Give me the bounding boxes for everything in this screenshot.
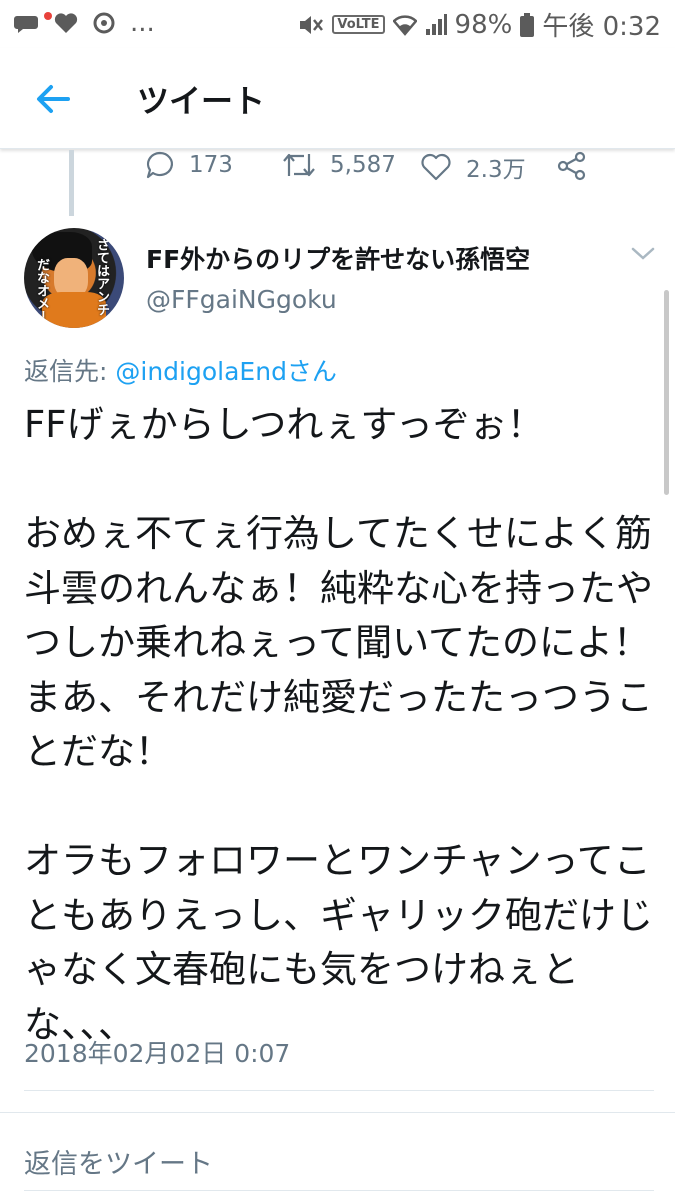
- chevron-down-icon[interactable]: [630, 245, 656, 263]
- divider: [24, 1090, 654, 1091]
- page-title: ツイート: [137, 82, 266, 120]
- status-bar-system: VoLTE 98% 午後 0:32: [298, 6, 661, 43]
- reply-target-link[interactable]: @indigolaEndさん: [115, 357, 337, 386]
- avatar[interactable]: さてはアンチ だなオメー: [24, 228, 124, 328]
- parent-tweet-actions: 173 5,587 2.3万: [0, 148, 675, 188]
- reply-action[interactable]: 173: [145, 150, 233, 180]
- status-bar-notifications: ...: [14, 8, 155, 38]
- user-handle[interactable]: @FFgaiNGgoku: [146, 285, 337, 314]
- divider: [24, 1190, 654, 1191]
- retweet-action[interactable]: 5,587: [282, 150, 396, 180]
- chat-bubble-icon: [14, 16, 38, 33]
- like-action[interactable]: 2.3万: [420, 150, 526, 184]
- display-name[interactable]: FF外からのリプを許せない孫悟空: [146, 240, 530, 276]
- like-count: 2.3万: [466, 157, 526, 183]
- scrollbar[interactable]: [664, 290, 669, 495]
- signal-icon: [425, 13, 447, 35]
- tweet-timestamp: 2018年02月02日 0:07: [24, 1039, 291, 1068]
- sync-icon: [93, 12, 115, 34]
- heart-outline-icon: [421, 153, 451, 181]
- mute-icon: [300, 15, 324, 34]
- divider: [0, 1112, 675, 1113]
- reply-context: 返信先: @indigolaEndさん: [24, 352, 337, 388]
- reply-count: 173: [189, 152, 233, 178]
- share-action[interactable]: [556, 150, 588, 182]
- avatar-caption-1: さてはアンチ: [94, 238, 109, 316]
- back-arrow-icon[interactable]: [30, 76, 76, 122]
- retweet-icon: [283, 153, 315, 177]
- tweet-text: FFげぇからしつれぇすっぞぉ！ おめぇ不てぇ行為してたくせによく筋斗雲のれんなぁ…: [24, 403, 653, 1046]
- app-header: ツイート: [0, 48, 675, 149]
- status-bar: ... VoLTE 98% 午後 0:32: [0, 0, 675, 48]
- volte-badge: VoLTE: [332, 15, 385, 34]
- wifi-icon: [392, 14, 417, 36]
- share-icon: [557, 151, 586, 181]
- reply-tweet-input[interactable]: 返信をツイート: [24, 1142, 213, 1181]
- battery-percent: 98%: [454, 9, 513, 40]
- battery-icon: [520, 12, 535, 37]
- notification-dot: [44, 12, 52, 20]
- retweet-count: 5,587: [330, 152, 396, 178]
- more-notifications: ...: [130, 8, 155, 38]
- avatar-caption-2: だなオメー: [34, 258, 49, 323]
- reply-icon: [146, 151, 173, 179]
- reply-prefix: 返信先:: [24, 357, 108, 386]
- heart-icon: [54, 13, 78, 34]
- clock: 午後 0:32: [542, 12, 661, 42]
